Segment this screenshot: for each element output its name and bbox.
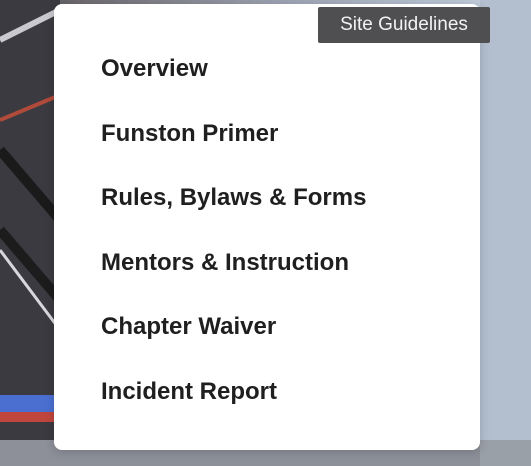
menu-list: Overview Funston Primer Rules, Bylaws & … xyxy=(101,51,366,439)
menu-item-overview[interactable]: Overview xyxy=(101,51,366,116)
menu-item-incident-report[interactable]: Incident Report xyxy=(101,374,366,439)
site-guidelines-tooltip: Site Guidelines xyxy=(318,7,490,43)
menu-item-rules-bylaws-forms[interactable]: Rules, Bylaws & Forms xyxy=(101,180,366,245)
menu-item-funston-primer[interactable]: Funston Primer xyxy=(101,116,366,181)
menu-item-chapter-waiver[interactable]: Chapter Waiver xyxy=(101,309,366,374)
site-guidelines-dropdown-menu: Overview Funston Primer Rules, Bylaws & … xyxy=(54,4,480,450)
menu-item-mentors-instruction[interactable]: Mentors & Instruction xyxy=(101,245,366,310)
